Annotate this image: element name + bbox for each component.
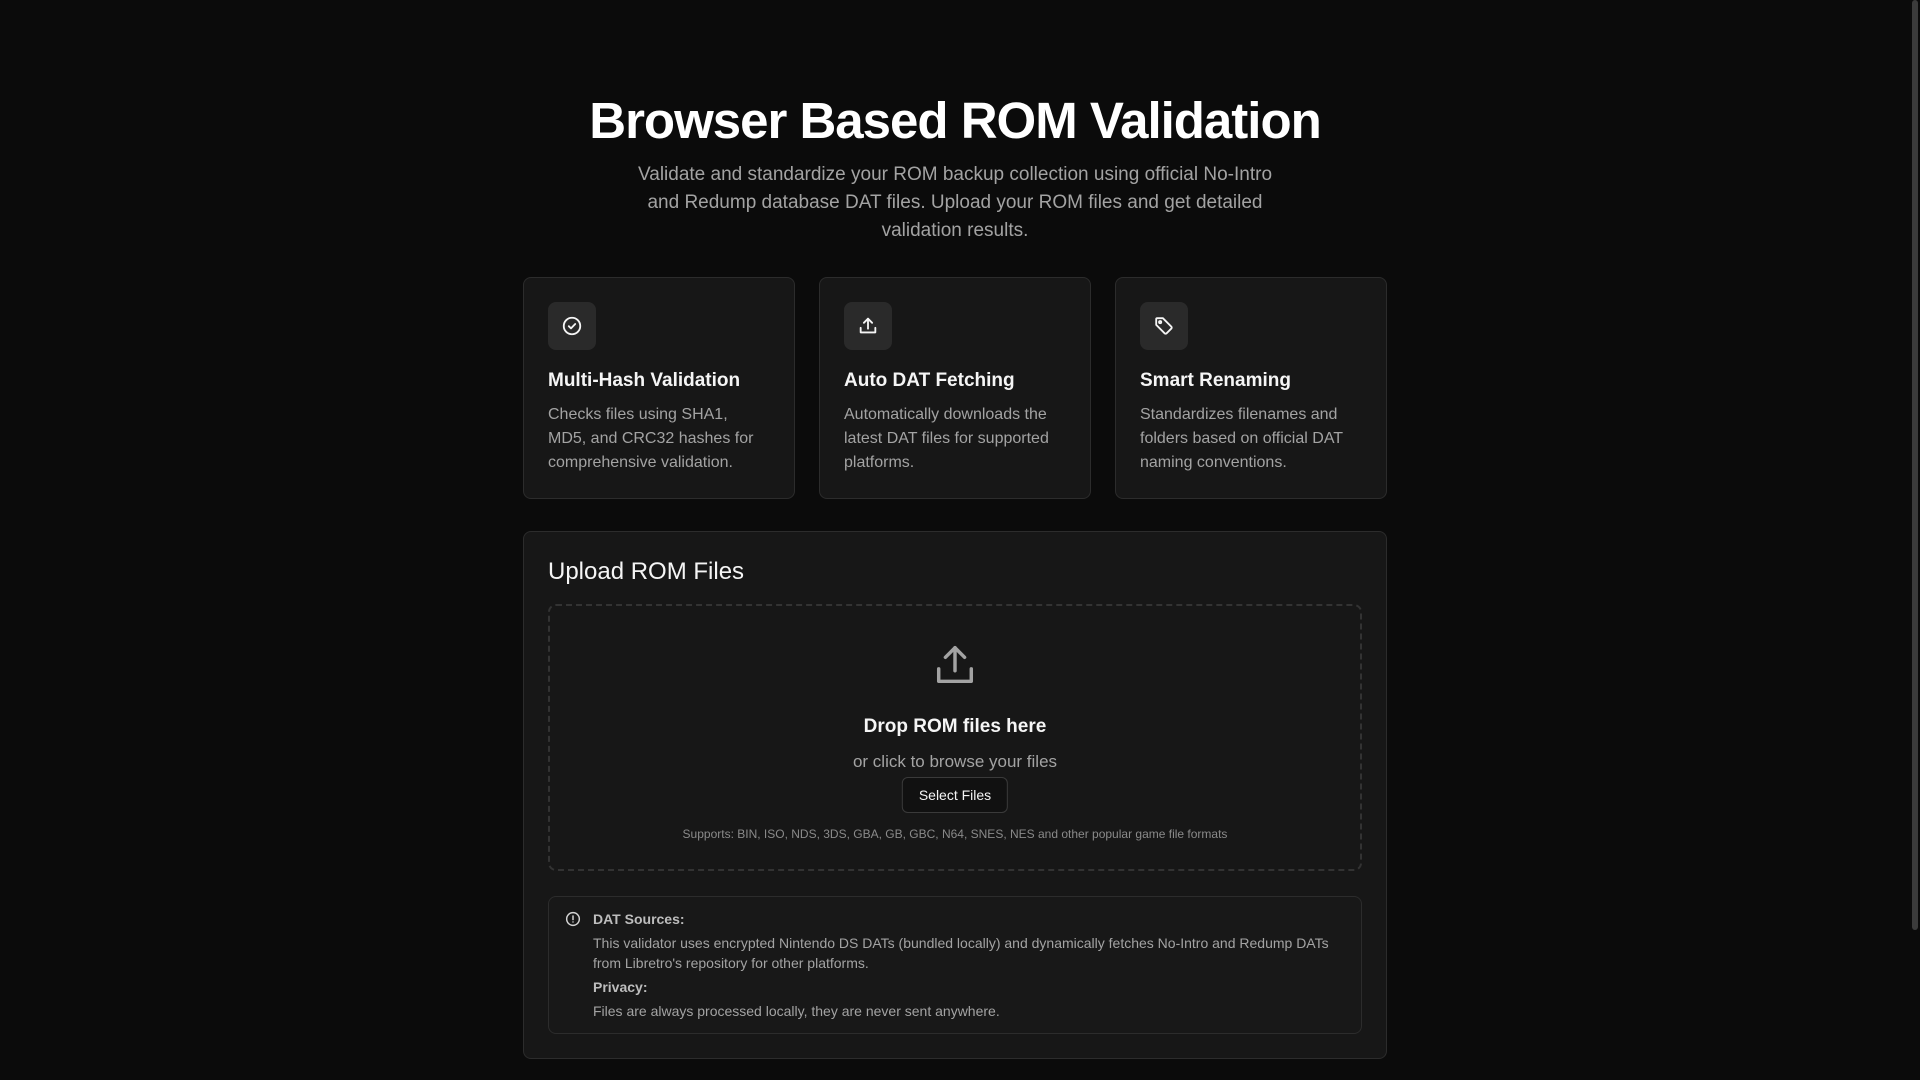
page: Browser Based ROM Validation Validate an… xyxy=(0,0,1920,1080)
privacy-label: Privacy: xyxy=(593,979,648,995)
upload-icon xyxy=(844,302,892,350)
upload-card: Upload ROM Files Drop ROM files here or … xyxy=(523,531,1387,1059)
feature-description: Checks files using SHA1, MD5, and CRC32 … xyxy=(548,406,754,471)
feature-title: Smart Renaming xyxy=(1140,370,1291,391)
check-circle-icon xyxy=(548,302,596,350)
upload-title: Upload ROM Files xyxy=(548,558,745,585)
feature-description: Automatically downloads the latest DAT f… xyxy=(844,406,1049,471)
privacy-text: Files are always processed locally, they… xyxy=(593,1003,1000,1019)
page-subtitle: Validate and standardize your ROM backup… xyxy=(637,164,1273,241)
info-notice: DAT Sources: This validator uses encrypt… xyxy=(548,896,1362,1034)
info-circle-icon xyxy=(565,911,581,927)
info-text: DAT Sources: This validator uses encrypt… xyxy=(593,909,1341,1021)
dropzone-subtitle: or click to browse your files xyxy=(852,752,1058,771)
feature-title: Auto DAT Fetching xyxy=(844,370,1015,391)
feature-description: Standardizes filenames and folders based… xyxy=(1140,406,1343,471)
feature-card-auto-dat: Auto DAT Fetching Automatically download… xyxy=(819,277,1091,499)
supported-formats: Supports: BIN, ISO, NDS, 3DS, GBA, GB, G… xyxy=(682,827,1228,841)
tag-icon xyxy=(1140,302,1188,350)
feature-cards: Multi-Hash Validation Checks files using… xyxy=(523,277,1387,499)
page-title: Browser Based ROM Validation xyxy=(589,92,1322,149)
feature-card-multi-hash: Multi-Hash Validation Checks files using… xyxy=(523,277,795,499)
scrollbar-thumb[interactable] xyxy=(1912,0,1918,930)
feature-title: Multi-Hash Validation xyxy=(548,370,741,391)
select-files-button[interactable]: Select Files xyxy=(901,777,1009,813)
page-scrollbar[interactable] xyxy=(1910,0,1920,1080)
upload-icon xyxy=(936,646,974,684)
dat-sources-text: This validator uses encrypted Nintendo D… xyxy=(593,935,1329,971)
dropzone-title: Drop ROM files here xyxy=(863,716,1047,737)
feature-card-smart-renaming: Smart Renaming Standardizes filenames an… xyxy=(1115,277,1387,499)
dat-sources-label: DAT Sources: xyxy=(593,911,685,927)
file-dropzone[interactable]: Drop ROM files here or click to browse y… xyxy=(548,604,1362,871)
